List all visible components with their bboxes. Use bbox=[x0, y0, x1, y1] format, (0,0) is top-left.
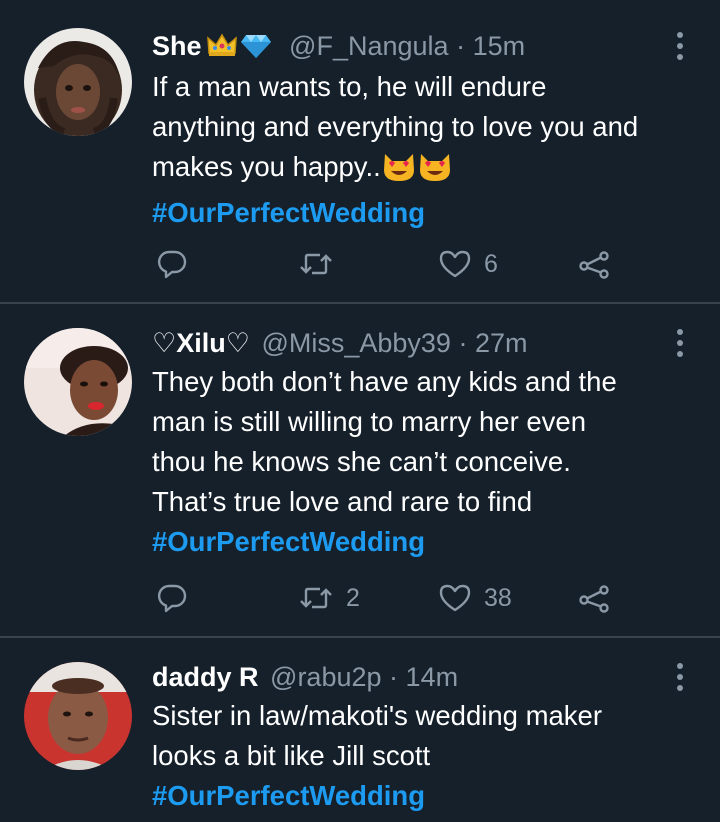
separator-dot: · bbox=[389, 662, 399, 692]
tweet-text-line: man is still willing to marry her even bbox=[152, 406, 587, 437]
like-count: 38 bbox=[484, 583, 512, 612]
handle[interactable]: @Miss_Abby39 bbox=[261, 328, 451, 358]
tweet-feed: She @F_Nangula · 15m If a man wants to, … bbox=[0, 0, 720, 822]
tweet-header: ♡Xilu♡ @Miss_Abby39 · 27m bbox=[152, 326, 660, 360]
hashtag-link[interactable]: #OurPerfectWedding bbox=[152, 193, 692, 233]
crown-emoji-icon bbox=[206, 33, 237, 56]
separator-dot: · bbox=[458, 328, 468, 358]
tweet-actions: 2 38 bbox=[0, 578, 720, 618]
display-name[interactable]: She bbox=[152, 31, 202, 61]
more-options-icon[interactable] bbox=[668, 660, 692, 694]
timestamp[interactable]: 14m bbox=[406, 662, 459, 692]
share-icon bbox=[579, 585, 609, 613]
handle[interactable]: @F_Nangula bbox=[289, 31, 449, 61]
tweet-header: She @F_Nangula · 15m bbox=[152, 29, 660, 67]
tweet[interactable]: daddy R @rabu2p · 14m Sister in law/mako… bbox=[0, 638, 720, 822]
tweet-text-line: That’s true love and rare to find bbox=[152, 486, 533, 517]
retweet-icon bbox=[300, 587, 332, 609]
tweet-text: Sister in law/makoti's wedding maker loo… bbox=[152, 696, 692, 816]
reply-icon bbox=[157, 250, 187, 279]
retweet-button[interactable]: 2 bbox=[298, 578, 360, 618]
share-button[interactable] bbox=[578, 578, 612, 618]
more-options-icon[interactable] bbox=[668, 326, 692, 360]
tweet-text: If a man wants to, he will endure anythi… bbox=[152, 67, 692, 233]
retweet-icon bbox=[300, 253, 332, 275]
smiling-cat-heart-eyes-emoji-icon bbox=[417, 150, 453, 193]
tweet-text-line: Sister in law/makoti's wedding maker bbox=[152, 700, 603, 731]
gem-emoji-icon bbox=[240, 35, 271, 58]
like-button[interactable]: 38 bbox=[438, 578, 512, 618]
retweet-count: 2 bbox=[346, 583, 360, 612]
heart-icon bbox=[439, 584, 471, 612]
smiling-cat-heart-eyes-emoji-icon bbox=[381, 150, 417, 193]
timestamp[interactable]: 27m bbox=[475, 328, 528, 358]
tweet-header: daddy R @rabu2p · 14m bbox=[152, 660, 660, 694]
display-name[interactable]: ♡Xilu♡ bbox=[152, 328, 250, 358]
separator-dot: · bbox=[456, 31, 466, 61]
tweet[interactable]: She @F_Nangula · 15m If a man wants to, … bbox=[0, 0, 720, 304]
heart-icon bbox=[439, 250, 471, 278]
tweet-text-segment: makes you happy.. bbox=[152, 151, 381, 182]
like-button[interactable]: 6 bbox=[438, 244, 498, 284]
tweet-text-line: makes you happy.. bbox=[152, 147, 692, 193]
like-count: 6 bbox=[484, 249, 498, 278]
tweet-actions: 6 bbox=[0, 244, 720, 284]
more-options-icon[interactable] bbox=[668, 29, 692, 63]
handle[interactable]: @rabu2p bbox=[270, 662, 381, 692]
reply-button[interactable] bbox=[156, 578, 200, 618]
tweet-text-line: looks a bit like Jill scott bbox=[152, 740, 431, 771]
share-icon bbox=[579, 251, 609, 279]
tweet-text-line: They both don’t have any kids and the bbox=[152, 366, 617, 397]
avatar[interactable] bbox=[24, 662, 132, 770]
tweet-text-line: If a man wants to, he will endure bbox=[152, 71, 547, 102]
reply-icon bbox=[157, 584, 187, 613]
share-button[interactable] bbox=[578, 244, 612, 284]
reply-button[interactable] bbox=[156, 244, 200, 284]
retweet-button[interactable] bbox=[298, 244, 346, 284]
avatar[interactable] bbox=[24, 328, 132, 436]
hashtag-link[interactable]: #OurPerfectWedding bbox=[152, 776, 692, 816]
tweet-text-line: thou he knows she can’t conceive. bbox=[152, 446, 571, 477]
avatar[interactable] bbox=[24, 28, 132, 136]
timestamp[interactable]: 15m bbox=[473, 31, 526, 61]
name-badges bbox=[206, 31, 272, 67]
display-name[interactable]: daddy R bbox=[152, 662, 259, 692]
tweet-text: They both don’t have any kids and the ma… bbox=[152, 362, 692, 562]
tweet-text-line: anything and everything to love you and bbox=[152, 111, 639, 142]
tweet[interactable]: ♡Xilu♡ @Miss_Abby39 · 27m They both don’… bbox=[0, 304, 720, 638]
hashtag-link[interactable]: #OurPerfectWedding bbox=[152, 522, 692, 562]
